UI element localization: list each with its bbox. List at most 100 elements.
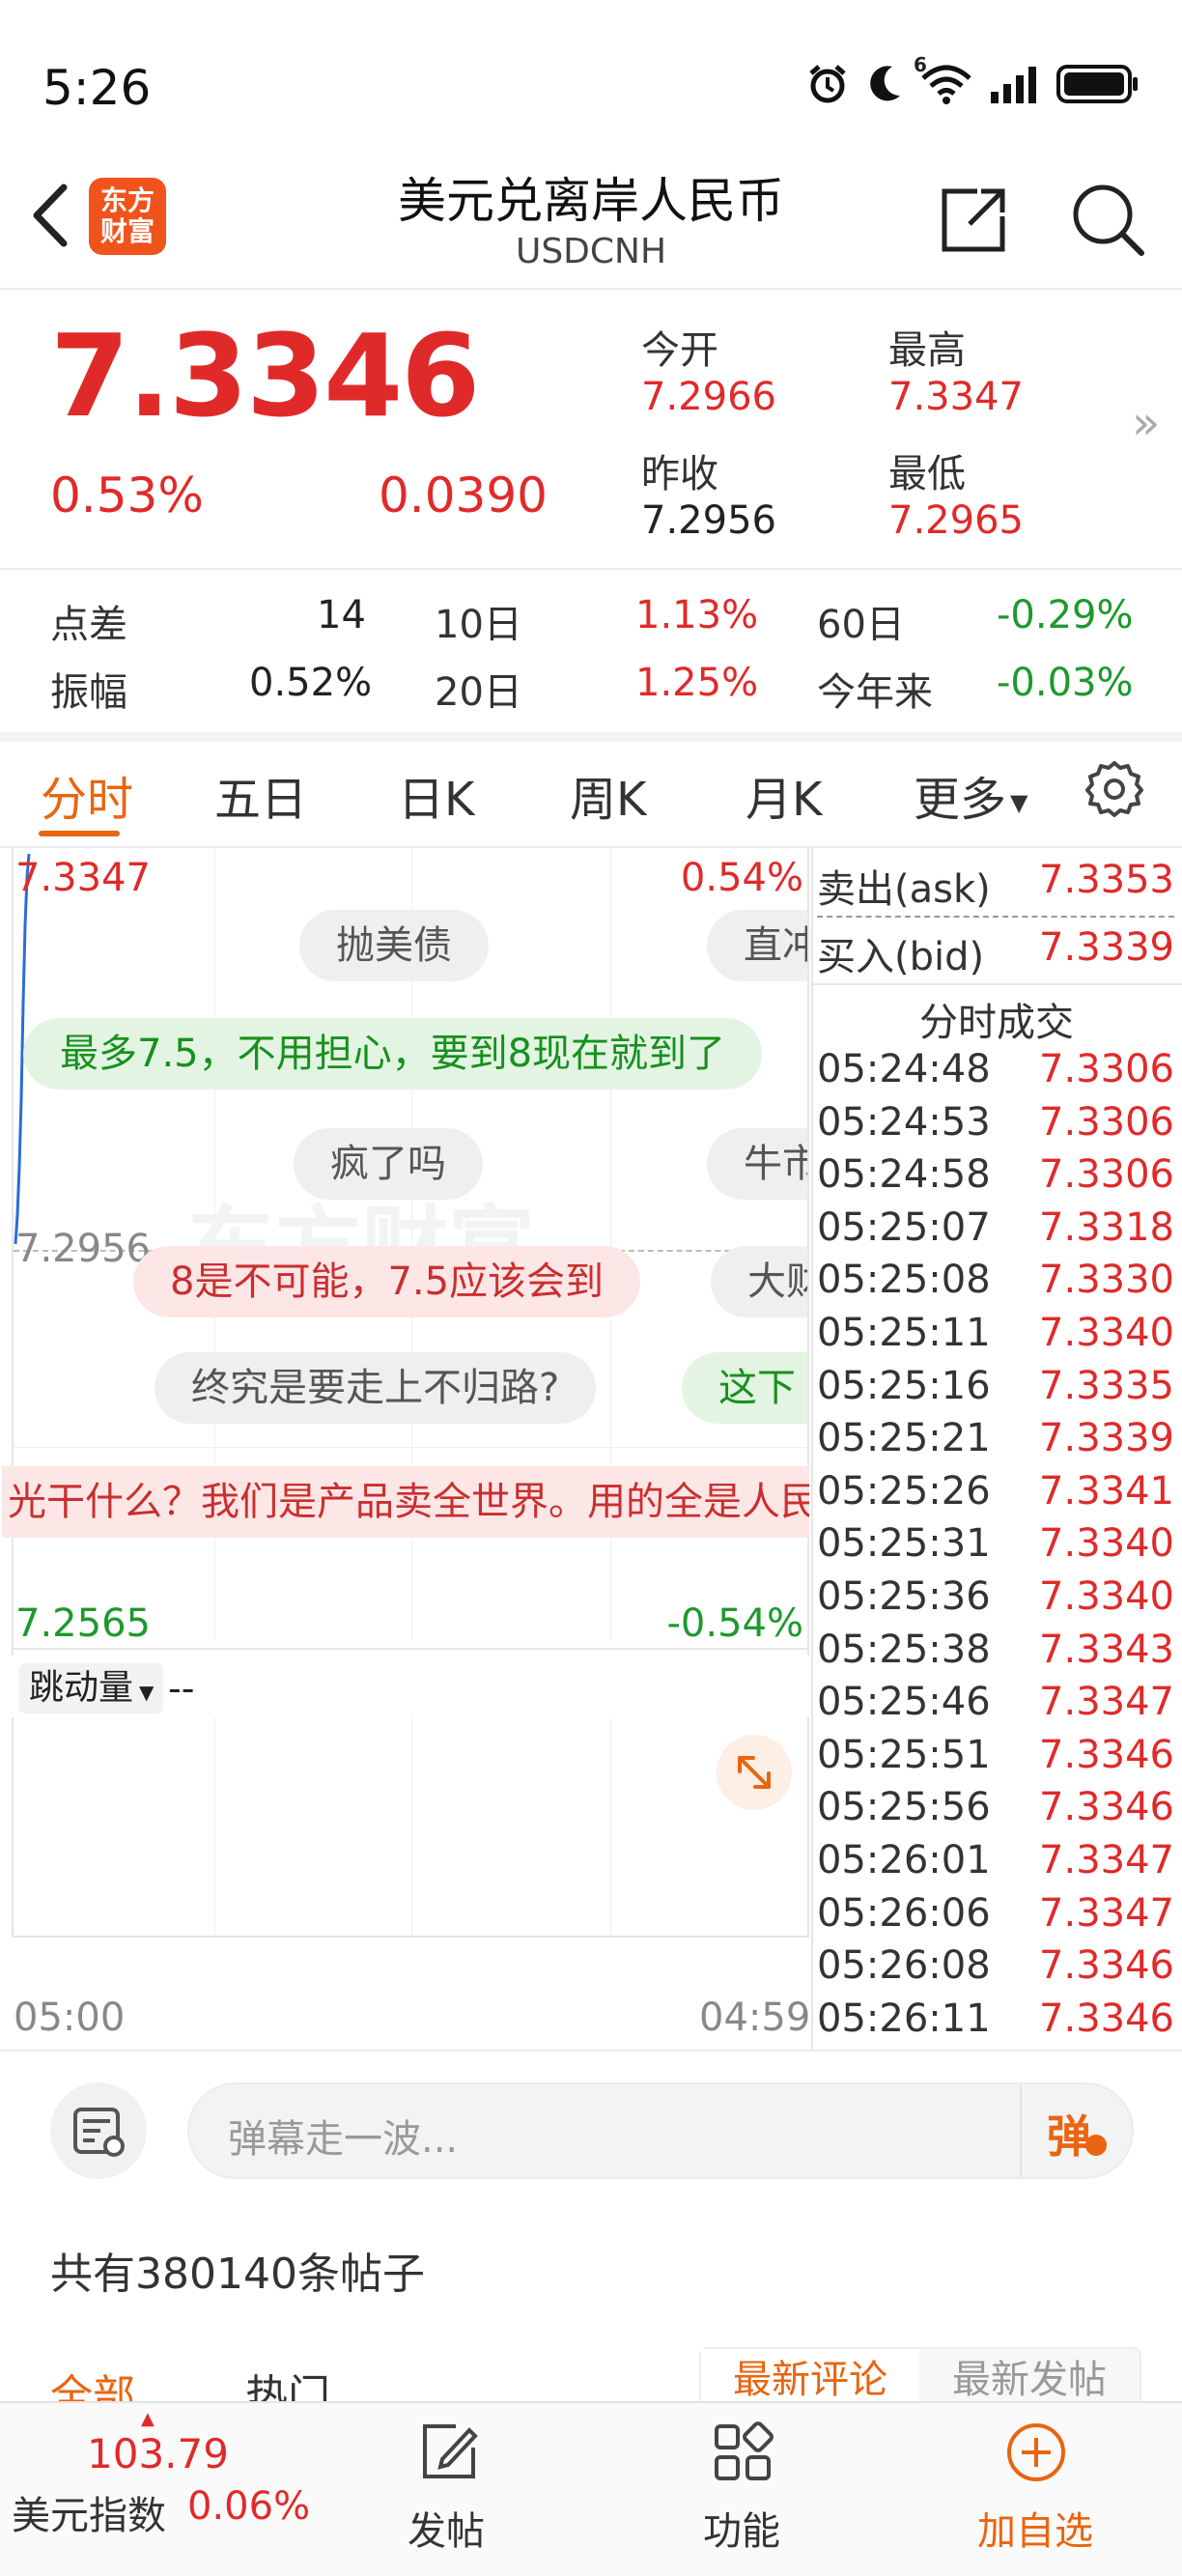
intraday-chart[interactable]: 东方财富 7.3347 0.54% 7.2956 7.2565 -0.54% 抛… <box>2 848 809 1713</box>
sort-latest-post[interactable]: 最新发帖 <box>919 2349 1140 2403</box>
grid-apps-icon <box>715 2421 774 2480</box>
bid-row: 买入(bid) 7.3339 <box>817 925 1174 979</box>
tick-time: 05:25:36 <box>817 1574 991 1619</box>
change-percent: 0.53% <box>50 467 204 524</box>
spread-label: 点差 <box>50 603 127 647</box>
d60-label: 60日 <box>817 603 905 647</box>
tab-more[interactable]: 更多 ▼ <box>914 761 1027 829</box>
d20-value: 1.25% <box>635 661 759 705</box>
tick-price: 7.3318 <box>1039 1204 1174 1250</box>
tick-row: 05:26:08 7.3346 <box>817 1943 1174 1996</box>
expand-icon <box>738 1756 771 1789</box>
more-stats-chevron-icon[interactable]: » <box>1132 396 1160 450</box>
dropdown-caret-icon: ▼ <box>1010 789 1028 816</box>
up-triangle-icon: ▲ <box>141 2409 155 2429</box>
danmu-send-button[interactable]: 弹 <box>1020 2084 1132 2177</box>
divider <box>0 288 1182 290</box>
dropdown-caret-icon: ▼ <box>139 1681 155 1704</box>
tick-row: 05:25:51 7.3346 <box>817 1733 1174 1785</box>
tab-weekly-k[interactable]: 周K <box>570 761 646 829</box>
current-price: 7.3346 <box>50 309 480 442</box>
indicator-selector[interactable]: 跳动量 ▼ <box>19 1663 164 1713</box>
danmu-send-label: 弹 <box>1047 2110 1091 2163</box>
tick-time: 05:24:58 <box>817 1152 991 1198</box>
tab-five-day[interactable]: 五日 <box>214 761 307 829</box>
tick-row: 05:25:36 7.3340 <box>817 1574 1174 1627</box>
tick-row: 05:25:26 7.3341 <box>817 1469 1174 1521</box>
tick-row: 05:25:21 7.3339 <box>817 1416 1174 1468</box>
high-label: 最高 <box>888 328 966 373</box>
time-axis-end: 04:59 <box>699 1996 811 2040</box>
active-tab-indicator <box>39 831 120 836</box>
plus-circle-icon <box>1007 2423 1065 2481</box>
tab-monthly-k[interactable]: 月K <box>746 761 822 829</box>
tick-time: 05:25:56 <box>817 1785 991 1830</box>
ask-price: 7.3353 <box>1039 858 1174 902</box>
sort-latest-comment[interactable]: 最新评论 <box>701 2349 919 2403</box>
search-icon[interactable] <box>1066 178 1147 259</box>
volume-chart <box>12 1717 809 1938</box>
settings-gear-icon[interactable] <box>1085 759 1143 817</box>
grid-line <box>14 1447 807 1448</box>
tick-row: 05:25:11 7.3340 <box>817 1311 1174 1363</box>
tick-price: 7.3306 <box>1039 1152 1174 1198</box>
chart-mid-price: 7.2956 <box>15 1227 151 1271</box>
status-time: 5:26 <box>42 60 152 116</box>
tick-time: 05:25:38 <box>817 1627 991 1672</box>
tick-row: 05:24:58 7.3306 <box>817 1152 1174 1204</box>
open-label: 今开 <box>641 328 718 373</box>
tick-price: 7.3306 <box>1039 1099 1174 1145</box>
compose-icon <box>423 2424 478 2478</box>
share-icon[interactable] <box>935 182 1012 259</box>
nav-post-label: 发帖 <box>408 2509 485 2554</box>
tick-row: 05:25:56 7.3346 <box>817 1785 1174 1837</box>
ask-label: 卖出(ask) <box>817 867 991 912</box>
amplitude-label: 振幅 <box>50 670 127 715</box>
tick-time: 05:26:11 <box>817 1996 991 2041</box>
tick-time: 05:26:06 <box>817 1890 991 1936</box>
prev-close-value: 7.2956 <box>641 498 776 543</box>
signal-icon <box>991 67 1036 103</box>
tick-price: 7.3341 <box>1039 1468 1174 1514</box>
danmu-input[interactable]: 弹幕走一波... 弹 <box>187 2082 1134 2179</box>
tick-price: 7.3306 <box>1039 1047 1174 1091</box>
tab-intraday[interactable]: 分时 <box>41 761 133 829</box>
spread-value: 14 <box>317 593 366 637</box>
fullscreen-button[interactable] <box>717 1735 792 1810</box>
tick-price: 7.3330 <box>1039 1258 1174 1303</box>
low-label: 最低 <box>888 452 966 496</box>
prev-close-label: 昨收 <box>641 452 718 496</box>
network-type-label: 6 <box>914 53 927 76</box>
tick-time: 05:25:08 <box>817 1258 991 1303</box>
grid-line <box>214 1717 215 1936</box>
danmu-bubble: 光干什么？我们是产品卖全世界。用的全是人民币 <box>2 1466 809 1538</box>
divider <box>0 2050 1182 2052</box>
nav-functions[interactable]: 功能 <box>682 2413 807 2567</box>
tick-price: 7.3340 <box>1039 1311 1174 1355</box>
nav-add-watchlist[interactable]: 加自选 <box>966 2413 1140 2567</box>
tick-price: 7.3339 <box>1039 1416 1174 1461</box>
tick-row: 05:24:48 7.3306 <box>817 1047 1174 1099</box>
tick-price: 7.3346 <box>1039 1785 1174 1830</box>
tick-time: 05:25:21 <box>817 1416 991 1461</box>
tick-price: 7.3346 <box>1039 1996 1174 2041</box>
danmu-settings-button[interactable] <box>50 2082 147 2179</box>
bid-price: 7.3339 <box>1039 925 1174 970</box>
divider <box>14 1648 807 1650</box>
tick-price: 7.3343 <box>1039 1627 1174 1672</box>
nav-post[interactable]: 发帖 <box>386 2413 512 2567</box>
tick-time: 05:26:08 <box>817 1943 991 1989</box>
usd-index-widget[interactable]: ▲ 103.79 美元指数 0.06% <box>0 2403 310 2576</box>
tab-daily-k[interactable]: 日K <box>398 761 474 829</box>
chart-top-price: 7.3347 <box>15 856 151 900</box>
battery-icon <box>1056 65 1138 103</box>
tick-row: 05:25:46 7.3347 <box>817 1680 1174 1732</box>
ask-row: 卖出(ask) 7.3353 <box>817 858 1174 912</box>
tick-time: 05:24:53 <box>817 1099 991 1145</box>
danmu-bubble: 大财 <box>711 1246 807 1317</box>
usd-index-name: 美元指数 <box>12 2494 166 2538</box>
tick-time: 05:24:48 <box>817 1047 991 1091</box>
danmu-bubble: 最多7.5，不用担心，要到8现在就到了 <box>23 1018 763 1090</box>
danmu-bubble: 牛市 <box>707 1128 807 1200</box>
divider <box>817 916 1174 918</box>
